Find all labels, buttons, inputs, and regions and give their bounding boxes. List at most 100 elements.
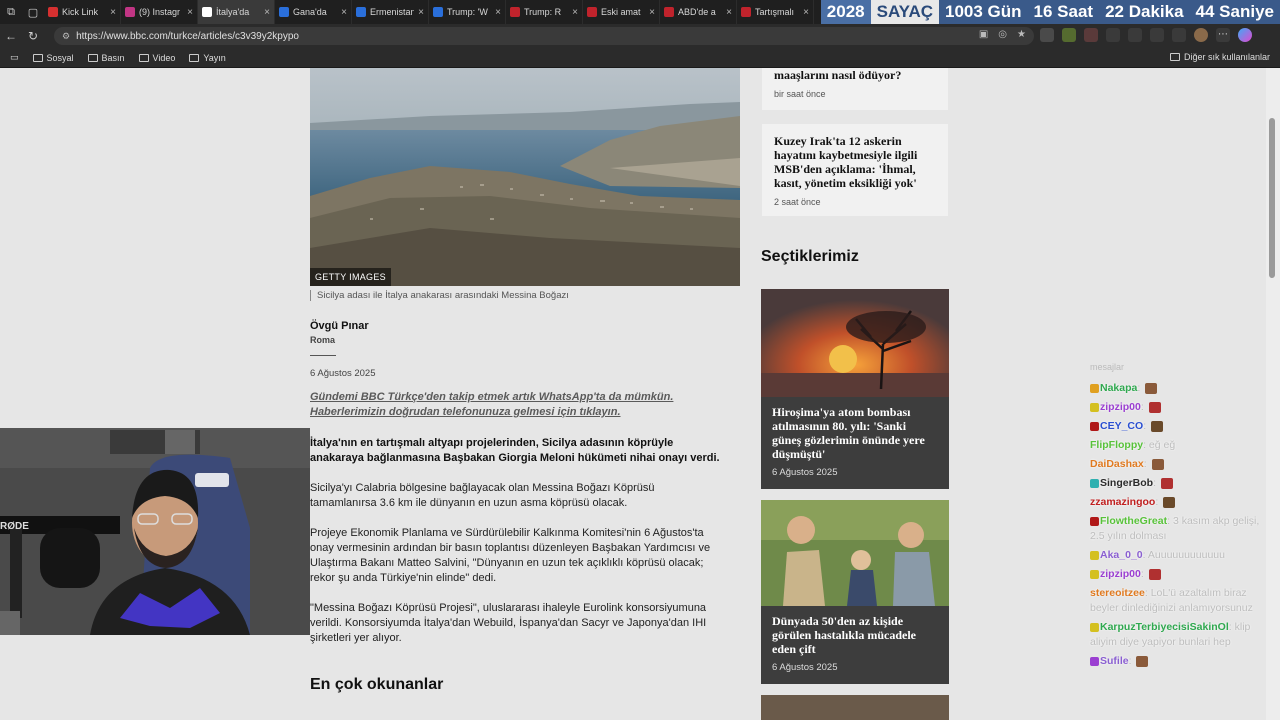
- chat-badge-icon: [1090, 421, 1099, 431]
- tab-close-icon[interactable]: ×: [341, 7, 347, 18]
- tab-close-icon[interactable]: ×: [110, 7, 116, 18]
- app-available-icon[interactable]: ▣: [979, 29, 988, 40]
- tab-close-icon[interactable]: ×: [572, 7, 578, 18]
- bookmark-folder[interactable]: Basın: [87, 53, 125, 63]
- countdown-label: SAYAÇ: [870, 0, 939, 24]
- chat-username[interactable]: zipzip00: [1100, 401, 1141, 413]
- copilot-icon[interactable]: [1238, 28, 1252, 42]
- tab-favicon-icon: [48, 7, 58, 17]
- chat-message: zzamazingoo:: [1090, 495, 1266, 510]
- article-paragraph: Projeye Ekonomik Planlama ve Sürdürülebi…: [310, 527, 711, 584]
- browser-tab[interactable]: Eski amat ×: [583, 0, 660, 24]
- folder-icon: [1169, 53, 1180, 61]
- browser-tab[interactable]: İtalya'da ×: [198, 0, 275, 24]
- pick-title[interactable]: Dünyada 50'den az kişide görülen hastalı…: [772, 614, 938, 656]
- chat-emote-icon: [1148, 401, 1161, 413]
- chat-badge-icon: [1090, 622, 1099, 632]
- chat-username[interactable]: KarpuzTerbiyecisiSakinOl: [1100, 621, 1229, 633]
- image-caption: Sicilya adası ile İtalya anakarası arası…: [310, 290, 569, 301]
- chat-username[interactable]: stereoitzee: [1090, 587, 1145, 599]
- browser-tab[interactable]: Kick Link ×: [44, 0, 121, 24]
- chat-username[interactable]: Aka_0_0: [1100, 549, 1143, 561]
- tab-close-icon[interactable]: ×: [649, 7, 655, 18]
- tab-label: Tartışmalı: [755, 7, 795, 17]
- browser-tab[interactable]: Trump: 'W ×: [429, 0, 506, 24]
- chat-username[interactable]: DaiDashax: [1090, 458, 1144, 470]
- tab-close-icon[interactable]: ×: [726, 7, 732, 18]
- browser-tab[interactable]: Ermenistan ×: [352, 0, 429, 24]
- bookmark-folder[interactable]: Video: [138, 53, 175, 63]
- tab-bar: ⧉ ▢ Kick Link × (9) Instagr × İtalya'da × Gana…: [0, 0, 1280, 24]
- browser-tab[interactable]: Tartışmalı ×: [737, 0, 814, 24]
- related-story-title[interactable]: Kuzey Irak'ta 12 askerin hayatını kaybet…: [774, 134, 936, 190]
- chat-message: zipzip00:: [1090, 567, 1266, 582]
- chat-username[interactable]: SingerBob: [1100, 477, 1153, 489]
- browser-tab[interactable]: Gana'da ×: [275, 0, 352, 24]
- pick-title[interactable]: Hiroşima'ya atom bombası atılmasının 80.…: [772, 405, 938, 461]
- tab-close-icon[interactable]: ×: [187, 7, 193, 18]
- profile-avatar[interactable]: [1194, 28, 1208, 42]
- most-read-heading: En çok okunanlar: [310, 676, 444, 693]
- pick-date: 6 Ağustos 2025: [772, 662, 838, 673]
- chat-message: DaiDashax:: [1090, 457, 1266, 472]
- chat-username[interactable]: zzamazingoo: [1090, 496, 1155, 508]
- chat-username[interactable]: zipzip00: [1100, 568, 1141, 580]
- chat-separator: :: [1140, 568, 1147, 580]
- refresh-icon[interactable]: ↻: [22, 29, 44, 43]
- scrollbar[interactable]: [1266, 68, 1280, 720]
- scrollbar-thumb[interactable]: [1269, 118, 1275, 278]
- chat-badge-icon: [1090, 402, 1099, 412]
- more-menu-icon[interactable]: ⋯: [1216, 28, 1230, 42]
- extension-icon[interactable]: [1106, 28, 1120, 42]
- browser-tab[interactable]: ABD'de a ×: [660, 0, 737, 24]
- folder-icon: [87, 53, 98, 62]
- extension-icon[interactable]: [1040, 28, 1054, 42]
- tab-favicon-icon: [664, 7, 674, 17]
- back-icon[interactable]: ←: [0, 29, 22, 43]
- byline-divider: [310, 355, 336, 356]
- url-field[interactable]: ⚙ https://www.bbc.com/turkce/articles/c3…: [54, 27, 1034, 45]
- chat-username[interactable]: CEY_CO: [1100, 420, 1143, 432]
- tab-close-icon[interactable]: ×: [803, 7, 809, 18]
- chat-badge-icon: [1090, 569, 1099, 579]
- chat-separator: :: [1140, 401, 1147, 413]
- tab-actions-icon[interactable]: ▢: [22, 0, 44, 24]
- chat-emote-icon: [1145, 382, 1158, 394]
- chat-username[interactable]: Nakapa: [1100, 382, 1137, 394]
- bookmark-folder[interactable]: Sosyal: [32, 53, 74, 63]
- other-favorites[interactable]: Diğer sık kullanılanlar: [1169, 52, 1270, 62]
- reader-icon[interactable]: ◎: [998, 29, 1007, 40]
- whatsapp-promo-link[interactable]: Gündemi BBC Türkçe'den takip etmek artık…: [310, 390, 740, 420]
- workspaces-icon[interactable]: ⧉: [0, 0, 22, 24]
- chat-username[interactable]: FlipFloppy: [1090, 439, 1143, 451]
- bookmark-folder[interactable]: Yayın: [189, 53, 226, 63]
- chat-emote-icon: [1148, 568, 1161, 580]
- browser-tab[interactable]: (9) Instagr ×: [121, 0, 198, 24]
- chat-separator: :: [1143, 458, 1150, 470]
- byline: Övgü Pınar Roma: [310, 320, 369, 356]
- pick-card[interactable]: Dünyada 50'den az kişide görülen hastalı…: [761, 500, 949, 684]
- favorite-star-icon[interactable]: ★: [1017, 29, 1026, 40]
- chat-message: SingerBob:: [1090, 476, 1266, 491]
- collections-icon[interactable]: [1172, 28, 1186, 42]
- related-story-card[interactable]: Kuzey Irak'ta 12 askerin hayatını kaybet…: [762, 124, 948, 216]
- article-lead: İtalya'nın en tartışmalı altyapı projele…: [310, 437, 720, 464]
- extensions-puzzle-icon[interactable]: [1128, 28, 1142, 42]
- site-info-icon[interactable]: ⚙: [62, 31, 70, 42]
- tab-close-icon[interactable]: ×: [495, 7, 501, 18]
- pick-card[interactable]: Hiroşima'ya atom bombası atılmasının 80.…: [761, 289, 949, 489]
- extension-icon[interactable]: [1084, 28, 1098, 42]
- tab-close-icon[interactable]: ×: [418, 7, 424, 18]
- chat-username[interactable]: Sufile: [1100, 655, 1129, 667]
- related-story-title[interactable]: maaşlarını nasıl ödüyor?: [774, 68, 936, 82]
- chat-message: zipzip00:: [1090, 400, 1266, 415]
- pick-card[interactable]: [761, 695, 949, 720]
- tab-close-icon[interactable]: ×: [264, 7, 270, 18]
- browser-tab[interactable]: Trump: R ×: [506, 0, 583, 24]
- chat-separator: :: [1153, 477, 1159, 489]
- chat-username[interactable]: FlowtheGreat: [1100, 515, 1167, 527]
- related-story-card[interactable]: maaşlarını nasıl ödüyor? bir saat önce: [762, 68, 948, 110]
- extension-icon[interactable]: [1062, 28, 1076, 42]
- split-screen-icon[interactable]: [1150, 28, 1164, 42]
- sidebar-toggle-icon[interactable]: ▭: [10, 52, 19, 63]
